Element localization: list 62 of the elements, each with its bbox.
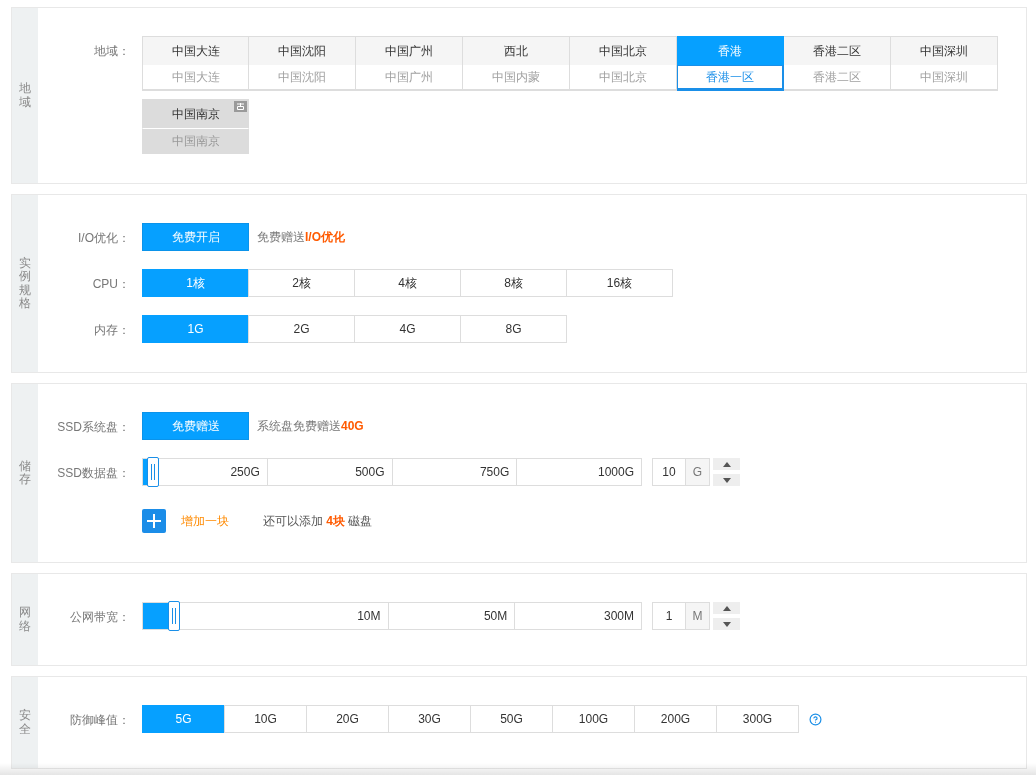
scale-label: 50M xyxy=(483,608,508,625)
field-label: 地域： xyxy=(94,44,130,58)
increment-button[interactable] xyxy=(713,458,740,470)
add-button[interactable] xyxy=(142,509,166,533)
region-option[interactable]: 西北 xyxy=(463,36,570,65)
scale-label: 300M xyxy=(603,608,634,625)
option-button[interactable]: 2核 xyxy=(248,269,355,297)
unit-label: G xyxy=(686,458,710,486)
option-button[interactable]: 4G xyxy=(354,315,461,343)
scale-label: 500G xyxy=(355,464,385,481)
note-text: 免费赠送I/O优化 xyxy=(257,229,345,246)
unit-label: M xyxy=(686,602,710,630)
caret-up-icon xyxy=(722,461,731,467)
region-option[interactable]: 中国深圳 xyxy=(891,36,998,65)
scale-label: 750G xyxy=(479,464,510,481)
quota-text: 还可以添加 4块 磁盘 xyxy=(263,513,373,530)
section-title: 地域 xyxy=(19,82,31,109)
number-field[interactable]: 10 xyxy=(652,458,686,486)
zone-option[interactable]: 香港一区 xyxy=(677,65,784,91)
scale-label: 1000G xyxy=(597,464,634,481)
section-title: 储存 xyxy=(19,459,31,487)
option-button[interactable]: 100G xyxy=(552,705,635,733)
number-field[interactable]: 1 xyxy=(652,602,686,630)
region-option[interactable]: 中国广州 xyxy=(356,36,463,65)
option-button[interactable]: 50G xyxy=(470,705,553,733)
option-button[interactable]: 2G xyxy=(248,315,355,343)
option-button[interactable]: 8G xyxy=(460,315,567,343)
option-button[interactable]: 10G xyxy=(224,705,307,733)
option-button[interactable]: 4核 xyxy=(354,269,461,297)
field-label: SSD系统盘： xyxy=(57,420,130,434)
field-label: 内存： xyxy=(94,323,130,337)
region-option[interactable]: 中国大连 xyxy=(142,36,249,65)
field-label: 公网带宽： xyxy=(70,610,130,624)
caret-down-icon xyxy=(722,477,731,483)
option-button[interactable]: 200G xyxy=(634,705,717,733)
field-label: I/O优化： xyxy=(78,231,130,245)
option-button[interactable]: 30G xyxy=(388,705,471,733)
slider-track[interactable]: 10M 50M 300M xyxy=(142,602,642,630)
help-icon[interactable] xyxy=(809,712,822,726)
caret-up-icon xyxy=(722,605,731,611)
scale-label: 10M xyxy=(357,608,381,625)
decrement-button[interactable] xyxy=(713,474,740,486)
section-title: 实例规格 xyxy=(19,257,31,310)
increment-button[interactable] xyxy=(713,602,740,614)
scale-label: 250G xyxy=(230,464,260,481)
decrement-button[interactable] xyxy=(713,618,740,630)
section-title: 网络 xyxy=(19,606,31,633)
region-option[interactable]: 香港二区 xyxy=(784,36,891,65)
caret-down-icon xyxy=(722,621,731,627)
region-option[interactable]: 中国沈阳 xyxy=(249,36,356,65)
field-label: CPU： xyxy=(92,277,130,291)
region-option[interactable]: 中国北京 xyxy=(570,36,677,65)
field-label: SSD数据盘： xyxy=(57,466,130,480)
note-text: 系统盘免费赠送40G xyxy=(257,418,364,435)
plus-icon xyxy=(147,514,161,528)
field-label: 防御峰值： xyxy=(70,713,130,727)
slider-track[interactable]: 250G 500G 750G 1000G xyxy=(142,458,642,486)
section-title: 安全 xyxy=(19,709,31,736)
option-button[interactable]: 300G xyxy=(716,705,799,733)
option-button[interactable]: 8核 xyxy=(460,269,567,297)
option-button[interactable]: 20G xyxy=(306,705,389,733)
option-button[interactable]: 16核 xyxy=(566,269,673,297)
